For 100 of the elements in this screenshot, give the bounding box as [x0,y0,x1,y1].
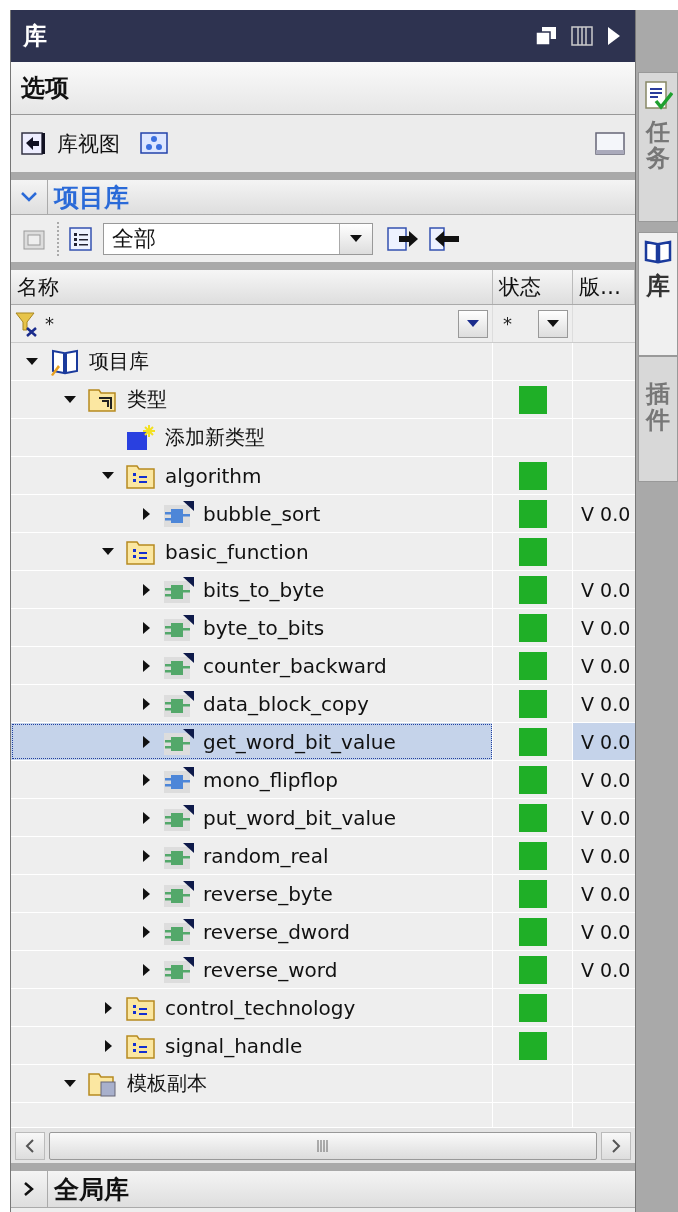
tree-item-label: random_real [203,843,329,868]
tree-row[interactable]: byte_to_bits V 0.0 [11,609,635,647]
export-icon[interactable] [387,225,419,252]
tree-item-label: 添加新类型 [165,424,265,451]
tree-item-label: put_word_bit_value [203,805,397,830]
caret-icon [350,235,362,242]
version-label: V 0.0 [581,882,631,905]
tree-row[interactable]: reverse_word V 0.0 [11,951,635,989]
tree-item-label: 类型 [127,386,167,413]
tree-item-label: control_technology [165,995,356,1020]
side-tab[interactable]: 库 [638,232,678,356]
tree-item-label: mono_flipflop [203,767,338,792]
tree-row[interactable]: 项目库 [11,343,635,381]
tree-item-label: byte_to_bits [203,615,325,640]
project-library-header[interactable]: 项目库 [11,180,635,215]
version-label: V 0.0 [581,654,631,677]
chevron-right-icon [611,1137,621,1154]
block-icon [163,917,195,946]
scroll-left-button[interactable] [15,1131,45,1160]
tree-item-label: reverse_byte [203,881,333,906]
chevron-left-icon [25,1137,35,1154]
side-tab-label: 库 [646,273,670,300]
play-icon[interactable] [607,26,621,46]
dropdown-button[interactable] [458,309,488,338]
tree-row[interactable]: control_technology [11,989,635,1027]
version-label: V 0.0 [581,920,631,943]
book-icon [643,239,673,265]
block-icon [163,955,195,984]
tree-item-label: 模板副本 [127,1070,207,1097]
window-icon[interactable] [595,131,625,156]
dropdown-button[interactable] [538,309,568,338]
caret-icon [547,320,559,327]
network-icon[interactable] [140,131,168,156]
version-label: V 0.0 [581,616,631,639]
restore-icon[interactable] [535,26,557,46]
clear-filter-icon[interactable] [15,310,39,337]
tree-row[interactable]: bits_to_byte V 0.0 [11,571,635,609]
task-list-icon [643,79,673,111]
block-icon [163,841,195,870]
tree-item-label: reverse_dword [203,919,351,944]
project-library-title: 项目库 [54,181,129,214]
version-label: V 0.0 [581,806,631,829]
book-icon [49,347,81,376]
library-view-label[interactable]: 库视图 [57,129,120,158]
version-label: V 0.0 [581,768,631,791]
version-label: V 0.0 [581,958,631,981]
tree-item-label: data_block_copy [203,691,369,716]
block-icon [163,689,195,718]
scroll-right-button[interactable] [601,1131,631,1160]
tree-row[interactable]: 模板副本 [11,1065,635,1103]
horizontal-scrollbar[interactable] [11,1128,635,1163]
block-icon [163,651,195,680]
tree-row[interactable]: reverse_byte V 0.0 [11,875,635,913]
back-icon[interactable] [21,131,47,156]
tree-row[interactable]: algorithm [11,457,635,495]
global-library-header[interactable]: 全局库 [11,1171,635,1208]
block-icon [163,613,195,642]
tree-item-label: 项目库 [89,348,149,375]
tree-item-label: basic_function [165,539,309,564]
block-icon [163,499,195,528]
version-label: V 0.0 [581,578,631,601]
tree-row[interactable]: mono_flipflop V 0.0 [11,761,635,799]
list-icon[interactable] [69,225,93,252]
tree-item-label: signal_handle [165,1033,303,1058]
new-item-icon [125,423,157,452]
tree-row[interactable]: random_real V 0.0 [11,837,635,875]
tree-item-label: bits_to_byte [203,577,325,602]
tree-row[interactable]: bubble_sort V 0.0 [11,495,635,533]
block-icon [163,575,195,604]
status-filter-value[interactable]: * [503,313,512,334]
block-icon [163,727,195,756]
scroll-thumb[interactable] [49,1131,597,1160]
version-label: V 0.0 [581,730,631,753]
tree-row[interactable]: signal_handle [11,1027,635,1065]
block-icon [163,765,195,794]
block-icon [163,879,195,908]
caret-icon [467,320,479,327]
name-filter-value[interactable]: * [45,313,54,334]
tree-row[interactable]: 添加新类型 [11,419,635,457]
import-icon[interactable] [429,225,461,252]
side-tab-label: 插件 [646,381,670,434]
filter-dropdown[interactable]: 全部 [103,222,373,255]
panel-title: 库 [23,21,47,52]
global-library-title: 全局库 [54,1173,129,1206]
tree-row[interactable]: 类型 [11,381,635,419]
tree-row[interactable]: reverse_dword V 0.0 [11,913,635,951]
column-header[interactable]: 状态 [493,270,573,304]
column-header[interactable]: 名称 [11,270,493,304]
block-icon [163,803,195,832]
tree-row[interactable]: basic_function [11,533,635,571]
tree-item-label: algorithm [165,463,262,488]
options-title: 选项 [21,73,69,104]
version-label: V 0.0 [581,502,631,525]
tree-item-label: counter_backward [203,653,387,678]
columns-icon[interactable] [571,26,593,46]
tree-row[interactable]: counter_backward V 0.0 [11,647,635,685]
version-label: V 0.0 [581,692,631,715]
side-tab-label: 任务 [646,119,670,172]
tree-row[interactable]: put_word_bit_value V 0.0 [11,799,635,837]
version-label: V 0.0 [581,844,631,867]
